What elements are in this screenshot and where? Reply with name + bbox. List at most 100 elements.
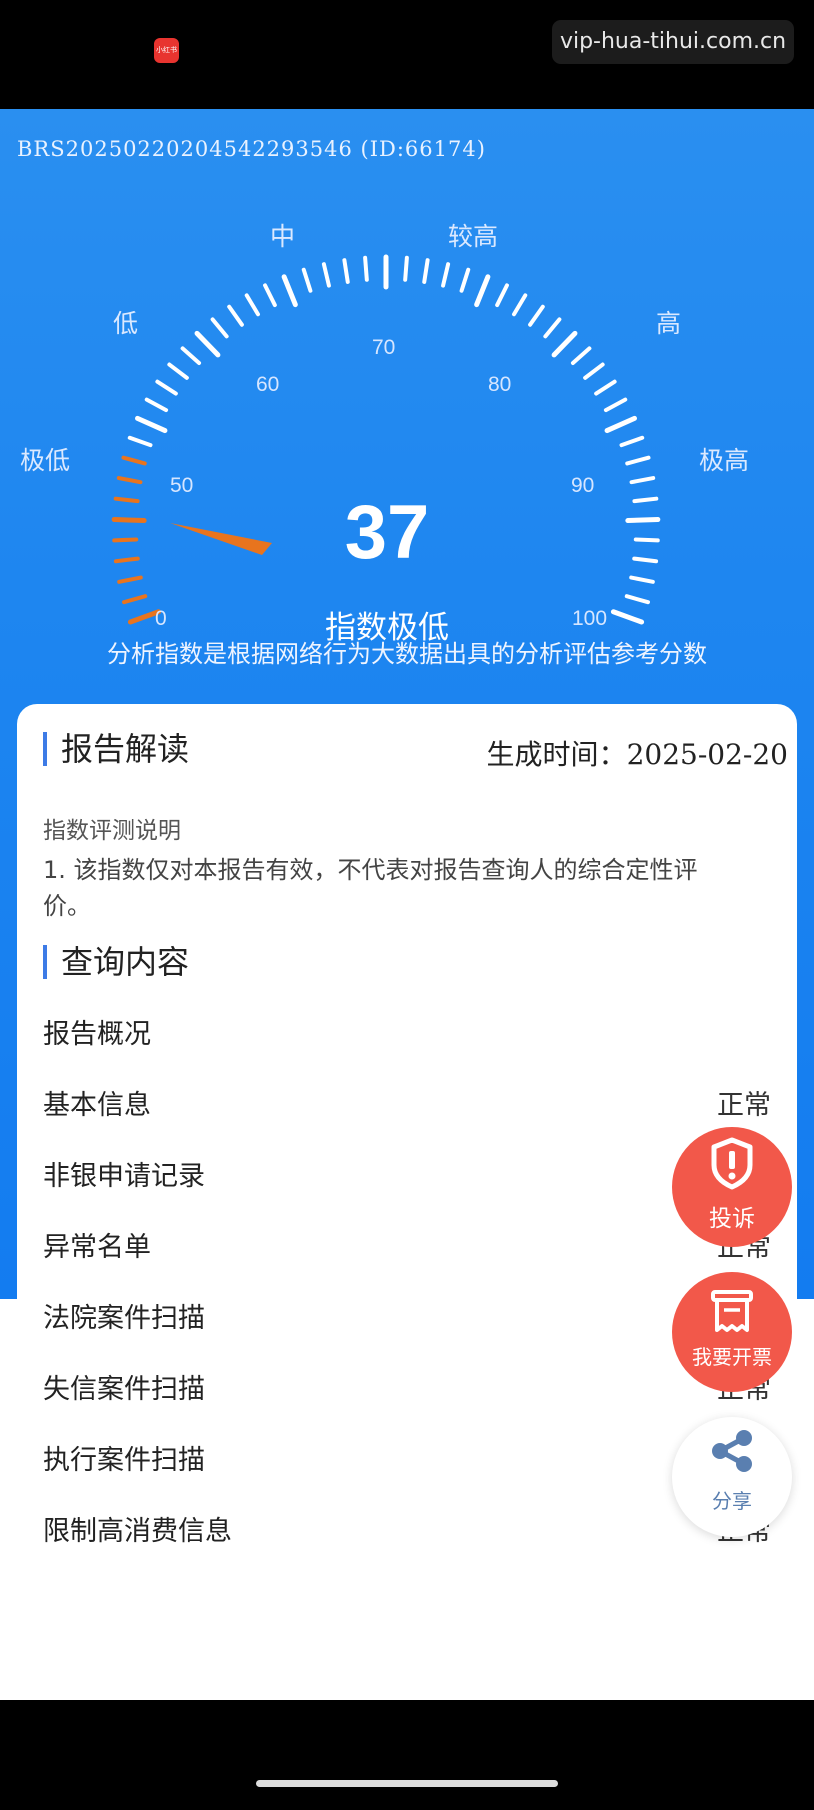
score-value: 37 <box>344 490 430 575</box>
gauge-tick <box>210 317 229 339</box>
receipt-icon <box>711 1290 753 1332</box>
generation-time-value: 2025-02-20 <box>626 738 788 771</box>
note-text: 1. 该指数仅对本报告有效，不代表对报告查询人的综合定性评价。 <box>43 856 698 920</box>
gauge-tick-label: 90 <box>571 474 594 497</box>
gauge-tick <box>301 267 313 293</box>
gauge-tick <box>603 397 628 413</box>
gauge-tick <box>632 496 659 504</box>
gauge-tick <box>629 476 656 485</box>
gauge-tick <box>167 362 189 380</box>
row-label: 限制高消费信息 <box>43 1516 232 1547</box>
gauge-tick <box>583 362 605 380</box>
gauge-tick <box>459 267 471 293</box>
zone-label-very-high: 极高 <box>699 446 750 475</box>
gauge-tick <box>441 262 451 288</box>
query-row-overview[interactable]: 报告概况 <box>43 1012 771 1052</box>
gauge-tick <box>113 556 140 564</box>
gauge-tick <box>321 262 331 288</box>
row-label: 非银申请记录 <box>43 1161 205 1192</box>
generation-time-label: 生成时间： <box>486 738 627 771</box>
gauge-tick <box>619 435 645 448</box>
gauge-tick <box>610 609 645 625</box>
gauge-tick <box>122 594 148 605</box>
app-badge-icon: 小红书 <box>154 38 179 63</box>
gauge-tick <box>625 517 661 524</box>
gauge-needle <box>170 523 272 555</box>
gauge-tick <box>113 496 140 504</box>
gauge-tick <box>281 274 298 308</box>
gauge-tick <box>422 258 430 284</box>
note-title: 指数评测说明 <box>43 818 181 844</box>
status-bar: 小红书 vip-hua-tihui.com.cn <box>0 0 814 109</box>
gauge-tick-label: 50 <box>170 474 193 497</box>
gauge-tick <box>363 255 369 282</box>
gauge-tick <box>624 594 650 605</box>
gauge-tick <box>633 537 660 543</box>
gauge-tick <box>244 293 260 317</box>
zone-label-mid: 中 <box>270 222 296 251</box>
gauge-tick <box>155 379 178 396</box>
gauge-tick <box>543 317 562 339</box>
row-label: 失信案件扫描 <box>43 1374 205 1405</box>
gauge-tick <box>512 293 528 317</box>
gauge-tick <box>594 379 617 396</box>
query-section-title: 查询内容 <box>43 945 189 979</box>
complain-label: 投诉 <box>709 1206 755 1232</box>
report-section-title: 报告解读 <box>43 732 189 766</box>
query-row-abnormal-list[interactable]: 异常名单 正常 <box>43 1225 771 1265</box>
row-label: 异常名单 <box>43 1232 151 1263</box>
query-row-execution-cases[interactable]: 执行案件扫描 正常 <box>43 1438 771 1478</box>
score-description: 分析指数是根据网络行为大数据出具的分析评估参考分数 <box>107 640 707 668</box>
gauge-tick-label: 60 <box>256 373 279 396</box>
invoice-button[interactable]: 我要开票 <box>672 1272 792 1392</box>
gauge-tick-label: 80 <box>488 373 511 396</box>
gauge-tick <box>604 415 637 434</box>
zone-label-very-low: 极低 <box>20 446 71 475</box>
gauge-tick <box>116 476 143 485</box>
row-label: 法院案件扫描 <box>43 1303 205 1334</box>
report-screen: BRS20250220204542293546 (ID:66174) 0 50 60… <box>0 109 814 1700</box>
gauge-tick <box>342 258 350 284</box>
gauge-tick <box>112 537 139 543</box>
gauge-tick <box>625 455 651 466</box>
complain-button[interactable]: 投诉 <box>672 1127 792 1247</box>
invoice-label: 我要开票 <box>692 1345 772 1369</box>
gauge-tick <box>227 304 244 327</box>
gauge-tick <box>180 346 202 366</box>
gauge-tick <box>111 517 147 524</box>
share-label: 分享 <box>712 1489 752 1513</box>
gauge-tick-label: 100 <box>572 607 607 630</box>
row-label: 基本信息 <box>43 1090 151 1121</box>
gauge-tick <box>495 283 509 308</box>
row-label: 执行案件扫描 <box>43 1445 205 1476</box>
share-icon <box>712 1430 752 1472</box>
gauge-tick-label: 0 <box>155 607 167 630</box>
gauge-tick <box>121 455 147 466</box>
gauge-tick <box>629 575 655 584</box>
share-button[interactable]: 分享 <box>672 1417 792 1537</box>
gauge-tick <box>194 330 221 358</box>
gauge-tick <box>127 435 153 448</box>
gauge-tick <box>528 304 545 327</box>
gauge-tick <box>474 274 491 308</box>
row-label: 报告概况 <box>43 1019 151 1050</box>
gauge-tick <box>117 575 143 584</box>
gauge-tick <box>135 415 168 434</box>
query-row-dishonest-cases[interactable]: 失信案件扫描 正常 <box>43 1367 771 1407</box>
query-row-nonbank[interactable]: 非银申请记录 <box>43 1154 771 1194</box>
gauge-tick <box>144 397 169 413</box>
home-indicator[interactable] <box>256 1780 558 1787</box>
gauge-tick <box>570 346 592 366</box>
query-row-basic-info[interactable]: 基本信息 正常 <box>43 1083 771 1123</box>
gauge-tick <box>632 556 659 564</box>
gauge-tick <box>263 283 277 308</box>
query-row-court-cases[interactable]: 法院案件扫描 <box>43 1296 771 1336</box>
row-status: 正常 <box>717 1090 771 1121</box>
zone-label-high-mid: 较高 <box>448 222 499 251</box>
gauge-tick-label: 70 <box>372 336 395 359</box>
gauge-tick <box>403 255 409 282</box>
query-row-high-consumption[interactable]: 限制高消费信息 正常 <box>43 1509 771 1549</box>
watermark-url: vip-hua-tihui.com.cn <box>552 20 794 64</box>
gauge-tick <box>551 330 578 358</box>
generation-time: 生成时间：2025-02-20 <box>487 733 788 773</box>
